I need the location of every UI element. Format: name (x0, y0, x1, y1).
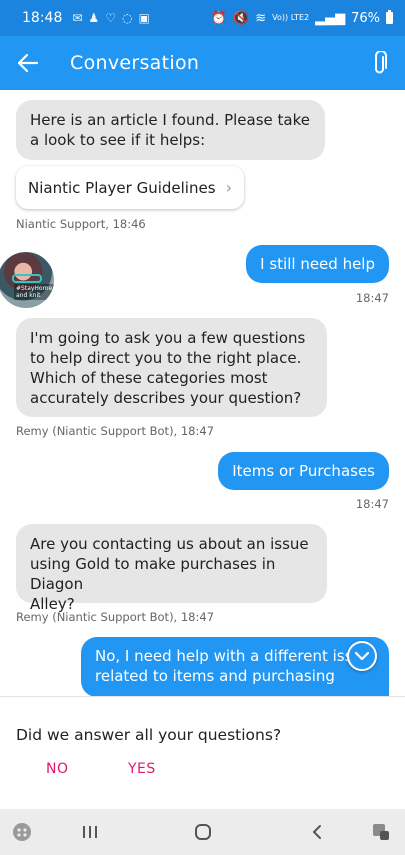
arrow-left-icon (18, 54, 38, 72)
message-bubble-incoming: Are you contacting us about an issue usi… (16, 524, 327, 613)
chevron-left-icon (313, 825, 321, 839)
message-text: Which of these categories most (30, 369, 268, 387)
chevron-right-icon: › (225, 178, 232, 197)
yes-button[interactable]: YES (128, 761, 156, 777)
alarm-icon: ⏰ (210, 10, 228, 26)
wifi-icon: ≋ (255, 10, 267, 26)
message-text: I still need help (260, 255, 375, 273)
recent-apps-button[interactable] (70, 819, 110, 845)
gamepad-icon (13, 823, 31, 841)
keyboard-toggle-button[interactable] (361, 819, 401, 845)
message-text: I'm going to ask you a few questions (30, 329, 306, 347)
message-bubble-outgoing: Items or Purchases (218, 452, 389, 490)
system-nav-bar (0, 809, 405, 855)
signal-icon: ▂▄▆ (315, 10, 346, 26)
message-text: related to items and purchasing (95, 667, 335, 685)
message-bubble-outgoing: No, I need help with a different iss rel… (81, 637, 389, 696)
app-bar: Conversation (0, 36, 405, 90)
game-launcher-button[interactable] (2, 819, 42, 845)
app-icon: ♟ (88, 11, 100, 25)
message-bubble-incoming: I'm going to ask you a few questions to … (16, 318, 327, 417)
article-link-label: Niantic Player Guidelines (28, 178, 216, 197)
feedback-panel: Did we answer all your questions? NO YES (0, 696, 405, 809)
status-bar: 18:48 ✉ ♟ ♡ ◌ ▣ ⏰ 🔇 ≋ Vo)) LTE2 ▂▄▆ 76% (0, 0, 405, 36)
message-time: 18:47 (355, 291, 389, 305)
avatar-caption: #StayHome and knit (14, 284, 54, 300)
messenger-icon: ◌ (121, 11, 133, 25)
message-text: Here is an article I found. Please take (30, 111, 310, 129)
message-bubble-outgoing: I still need help (246, 245, 389, 283)
message-bubble-incoming: Here is an article I found. Please take … (16, 100, 325, 160)
paperclip-icon (375, 51, 387, 74)
mail-icon: ✉ (72, 11, 83, 25)
status-time: 18:48 (22, 10, 63, 26)
attach-button[interactable] (355, 36, 405, 90)
image-icon: ▣ (138, 11, 150, 25)
status-right: ⏰ 🔇 ≋ Vo)) LTE2 ▂▄▆ 76% (210, 10, 393, 26)
mute-icon: 🔇 (233, 10, 250, 26)
article-link-card[interactable]: Niantic Player Guidelines › (16, 166, 244, 209)
message-meta: Niantic Support, 18:46 (16, 217, 146, 231)
scroll-to-bottom-button[interactable] (347, 641, 377, 671)
message-meta: Remy (Niantic Support Bot), 18:47 (16, 424, 215, 438)
message-text: Are you contacting us about an issue (30, 535, 309, 553)
battery-level: 76% (351, 10, 380, 26)
message-meta: Remy (Niantic Support Bot), 18:47 (16, 610, 215, 624)
feedback-question: Did we answer all your questions? (16, 726, 282, 744)
conversation-list[interactable]: Here is an article I found. Please take … (0, 90, 405, 696)
battery-icon (386, 10, 393, 24)
page-title: Conversation (70, 52, 200, 74)
recents-icon (83, 826, 97, 838)
home-icon (195, 824, 211, 840)
message-text: No, I need help with a different iss (95, 647, 353, 665)
glasses-graphic (12, 274, 42, 283)
home-button[interactable] (183, 819, 223, 845)
message-text: to help direct you to the right place. (30, 349, 302, 367)
notification-icons: ✉ ♟ ♡ ◌ ▣ (72, 11, 149, 25)
back-button[interactable] (0, 36, 56, 90)
message-text: using Gold to make purchases in Diagon (30, 555, 276, 593)
heart-icon: ♡ (105, 11, 116, 25)
keyboard-icon (373, 824, 389, 840)
message-time: 18:47 (355, 497, 389, 511)
avatar: #StayHome and knit (0, 250, 56, 310)
chevron-down-icon (355, 651, 369, 660)
no-button[interactable]: NO (46, 761, 69, 777)
message-text: accurately describes your question? (30, 389, 302, 407)
message-text: a look to see if it helps: (30, 131, 206, 149)
back-nav-button[interactable] (297, 819, 337, 845)
message-text: Items or Purchases (232, 462, 375, 480)
network-label: Vo)) LTE2 (272, 13, 310, 22)
